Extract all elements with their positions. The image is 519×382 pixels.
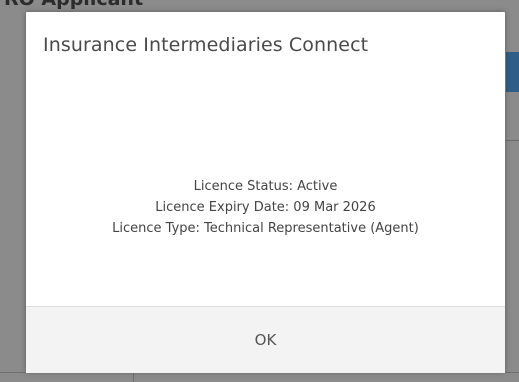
dialog-title: Insurance Intermediaries Connect — [43, 34, 369, 56]
dialog-body: Licence Status: Active Licence Expiry Da… — [26, 176, 505, 239]
background-divider — [506, 140, 519, 141]
background-page-title: RO Applicant — [4, 0, 143, 10]
background-column-divider — [133, 373, 134, 382]
licence-expiry-date-text: Licence Expiry Date: 09 Mar 2026 — [155, 200, 376, 215]
licence-status-text: Licence Status: Active — [193, 179, 338, 194]
ok-button[interactable]: OK — [26, 307, 505, 373]
licence-info-dialog: Insurance Intermediaries Connect Licence… — [26, 12, 505, 373]
screen: RO Applicant Insurance Intermediaries Co… — [0, 0, 519, 382]
licence-type-text: Licence Type: Technical Representative (… — [112, 221, 419, 236]
dialog-footer: OK — [26, 306, 505, 373]
background-action-button — [506, 52, 519, 92]
